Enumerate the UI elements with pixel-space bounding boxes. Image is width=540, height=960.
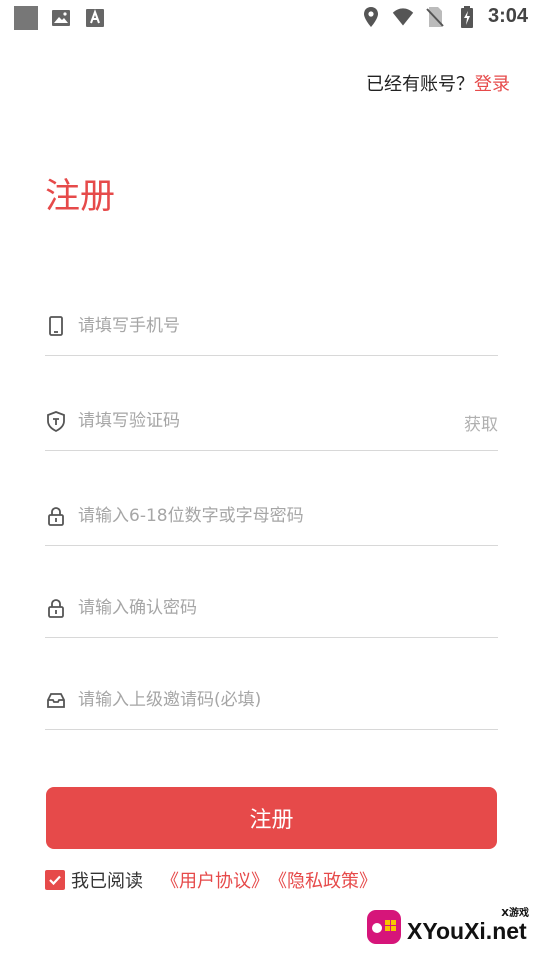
get-code-button[interactable]: 获取 [464, 410, 498, 435]
check-icon [49, 875, 61, 886]
register-button[interactable]: 注册 [46, 787, 497, 849]
battery-charging-icon [456, 5, 478, 28]
password-field [45, 485, 498, 546]
login-hint: 已经有账号？登录 [366, 70, 510, 96]
inbox-icon [45, 689, 67, 711]
invite-code-field [45, 669, 498, 730]
code-field: 获取 [45, 390, 498, 451]
phone-icon [45, 315, 67, 337]
lock-icon [45, 505, 67, 527]
confirm-password-field [45, 577, 498, 638]
watermark-text: XYouXi.net [407, 918, 527, 944]
phone-field [45, 295, 498, 356]
image-icon [50, 7, 72, 29]
agreement-checkbox[interactable] [45, 870, 65, 890]
status-bar: 3:04 [0, 0, 540, 36]
watermark: X游戏 XYouXi.net [365, 900, 535, 955]
status-bar-notifications [14, 6, 106, 30]
shield-icon [45, 410, 67, 433]
no-sim-icon [424, 6, 446, 28]
user-agreement-link[interactable]: 《用户协议》 [161, 867, 269, 893]
gamepad-logo-icon [365, 908, 403, 946]
agreement-row: 我已阅读 《用户协议》 《隐私政策》 [45, 867, 377, 893]
login-hint-text: 已经有账号？ [366, 74, 474, 95]
confirm-password-input[interactable] [78, 590, 438, 626]
watermark-small-text: X游戏 [501, 908, 529, 919]
lock-icon [45, 597, 67, 619]
phone-input[interactable] [78, 308, 438, 344]
page-title: 注册 [45, 177, 116, 217]
font-icon [84, 7, 106, 29]
privacy-policy-link[interactable]: 《隐私政策》 [269, 867, 377, 893]
login-link[interactable]: 登录 [474, 74, 510, 95]
password-input[interactable] [78, 498, 438, 534]
invite-code-input[interactable] [78, 682, 438, 718]
agreement-prefix: 我已阅读 [71, 871, 143, 892]
location-icon [360, 6, 382, 28]
wifi-icon [392, 6, 414, 28]
status-time: 3:04 [487, 5, 528, 27]
code-input[interactable] [78, 403, 438, 439]
app-notification-icon [14, 6, 38, 30]
status-bar-system: 3:04 [360, 5, 528, 28]
